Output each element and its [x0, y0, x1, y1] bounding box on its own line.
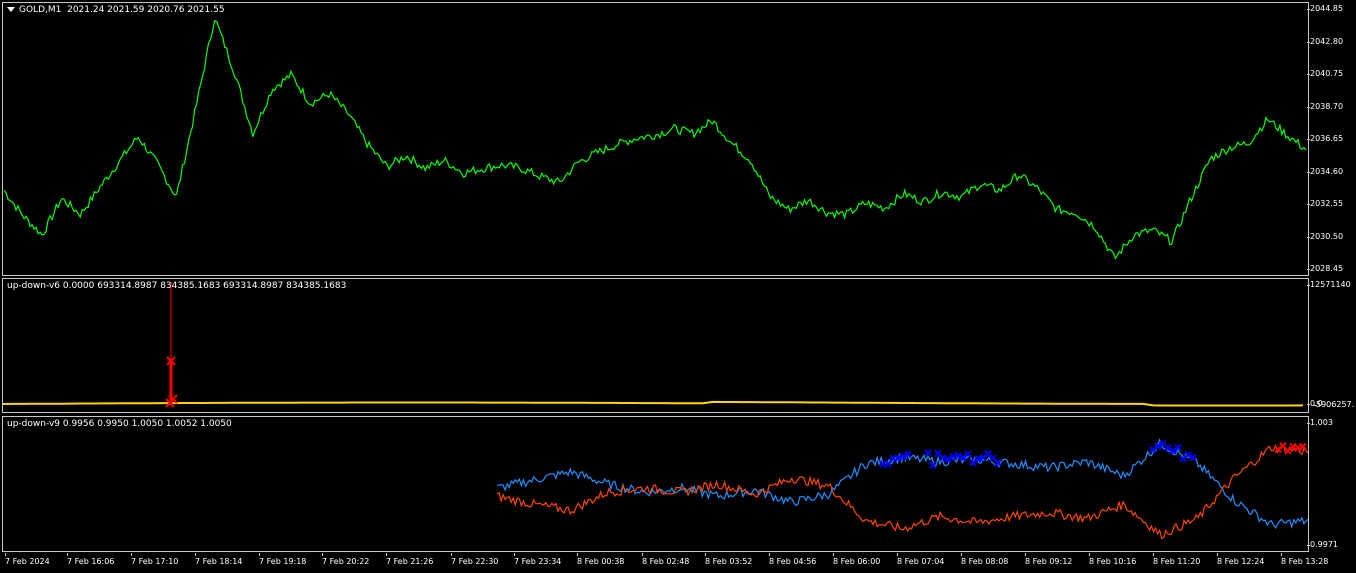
collapse-caret-icon[interactable]	[7, 7, 15, 12]
time-x-tick: 7 Feb 17:10	[131, 553, 179, 566]
price-chart-label: GOLD,M1 2021.24 2021.59 2020.76 2021.55	[7, 5, 225, 15]
price-y-tick: 2044.85	[1306, 4, 1344, 13]
v6-y-tick-top: 12571140	[1307, 280, 1351, 289]
price-series-line	[3, 20, 1307, 260]
price-y-tick: 2042.80	[1306, 36, 1344, 46]
time-x-tick: 7 Feb 20:22	[322, 553, 370, 566]
time-x-tick: 7 Feb 2024	[5, 553, 50, 566]
time-x-tick: 8 Feb 03:52	[705, 553, 753, 566]
time-x-tick: 8 Feb 08:08	[961, 553, 1009, 566]
time-x-tick: 8 Feb 09:12	[1025, 553, 1073, 566]
indicator-v6-label: up-down-v6 0.0000 693314.8987 834385.168…	[7, 281, 347, 291]
symbol-label: GOLD,M1	[19, 5, 62, 15]
time-x-tick: 8 Feb 11:20	[1153, 553, 1201, 566]
time-x-tick: 7 Feb 18:14	[195, 553, 243, 566]
v9-cross-marker	[969, 458, 977, 467]
time-x-tick: 7 Feb 19:18	[259, 553, 307, 566]
indicator-v9-pane[interactable]: up-down-v9 0.9956 0.9950 1.0050 1.0052 1…	[2, 416, 1309, 552]
price-y-tick: 2034.60	[1306, 166, 1344, 176]
price-y-tick: 2030.50	[1306, 231, 1344, 241]
v9-y-tick-bottom: 0.9971	[1307, 540, 1338, 549]
price-y-tick: 2040.75	[1306, 69, 1344, 78]
price-y-tick: 2038.70	[1306, 101, 1344, 111]
indicator-v9-svg	[496, 437, 1308, 540]
indicator-v6-y-axis: 12571140 0.0 5906257.	[1307, 278, 1356, 413]
time-x-tick: 8 Feb 13:28	[1281, 553, 1329, 566]
time-x-tick: 7 Feb 16:06	[67, 553, 115, 566]
price-chart-pane[interactable]: GOLD,M1 2021.24 2021.59 2020.76 2021.55	[2, 2, 1309, 276]
time-x-tick: 7 Feb 21:26	[386, 553, 434, 566]
price-y-tick: 2032.55	[1306, 199, 1344, 208]
time-x-tick: 8 Feb 12:24	[1217, 553, 1265, 566]
v9-cross-marker	[924, 448, 932, 457]
indicator-v6-pane[interactable]: up-down-v6 0.0000 693314.8987 834385.168…	[2, 278, 1309, 413]
time-x-tick: 8 Feb 04:56	[769, 553, 817, 566]
indicator-v9-y-axis: 1.003 0.9971	[1307, 416, 1356, 552]
v6-y-tick-mid: 5906257.	[1312, 400, 1355, 409]
price-chart-svg	[3, 20, 1307, 260]
price-y-tick: 2036.65	[1306, 134, 1344, 143]
ohlc-values: 2021.24 2021.59 2020.76 2021.55	[67, 5, 225, 15]
indicator-v9-label: up-down-v9 0.9956 0.9950 1.0050 1.0052 1…	[7, 419, 232, 429]
indicator-v6-svg	[3, 282, 1304, 408]
time-x-tick: 8 Feb 02:48	[642, 553, 690, 566]
time-x-tick: 8 Feb 06:00	[833, 553, 881, 566]
time-x-tick: 8 Feb 07:04	[897, 553, 945, 566]
v6-series-line	[3, 400, 1304, 407]
time-x-tick: 7 Feb 22:30	[451, 553, 499, 566]
price-y-tick: 2028.45	[1306, 264, 1344, 273]
price-y-axis: 2044.85 2042.80 2040.75 2038.70 2036.65 2034.…	[1306, 2, 1356, 276]
time-x-axis: 7 Feb 2024 7 Feb 16:06 7 Feb 17:10 7 Feb 18…	[0, 553, 1356, 573]
time-x-tick: 8 Feb 00:38	[577, 553, 625, 566]
time-x-tick: 8 Feb 10:16	[1089, 553, 1137, 566]
time-x-tick: 7 Feb 23:34	[514, 553, 562, 566]
v9-y-tick-top: 1.003	[1307, 418, 1333, 427]
